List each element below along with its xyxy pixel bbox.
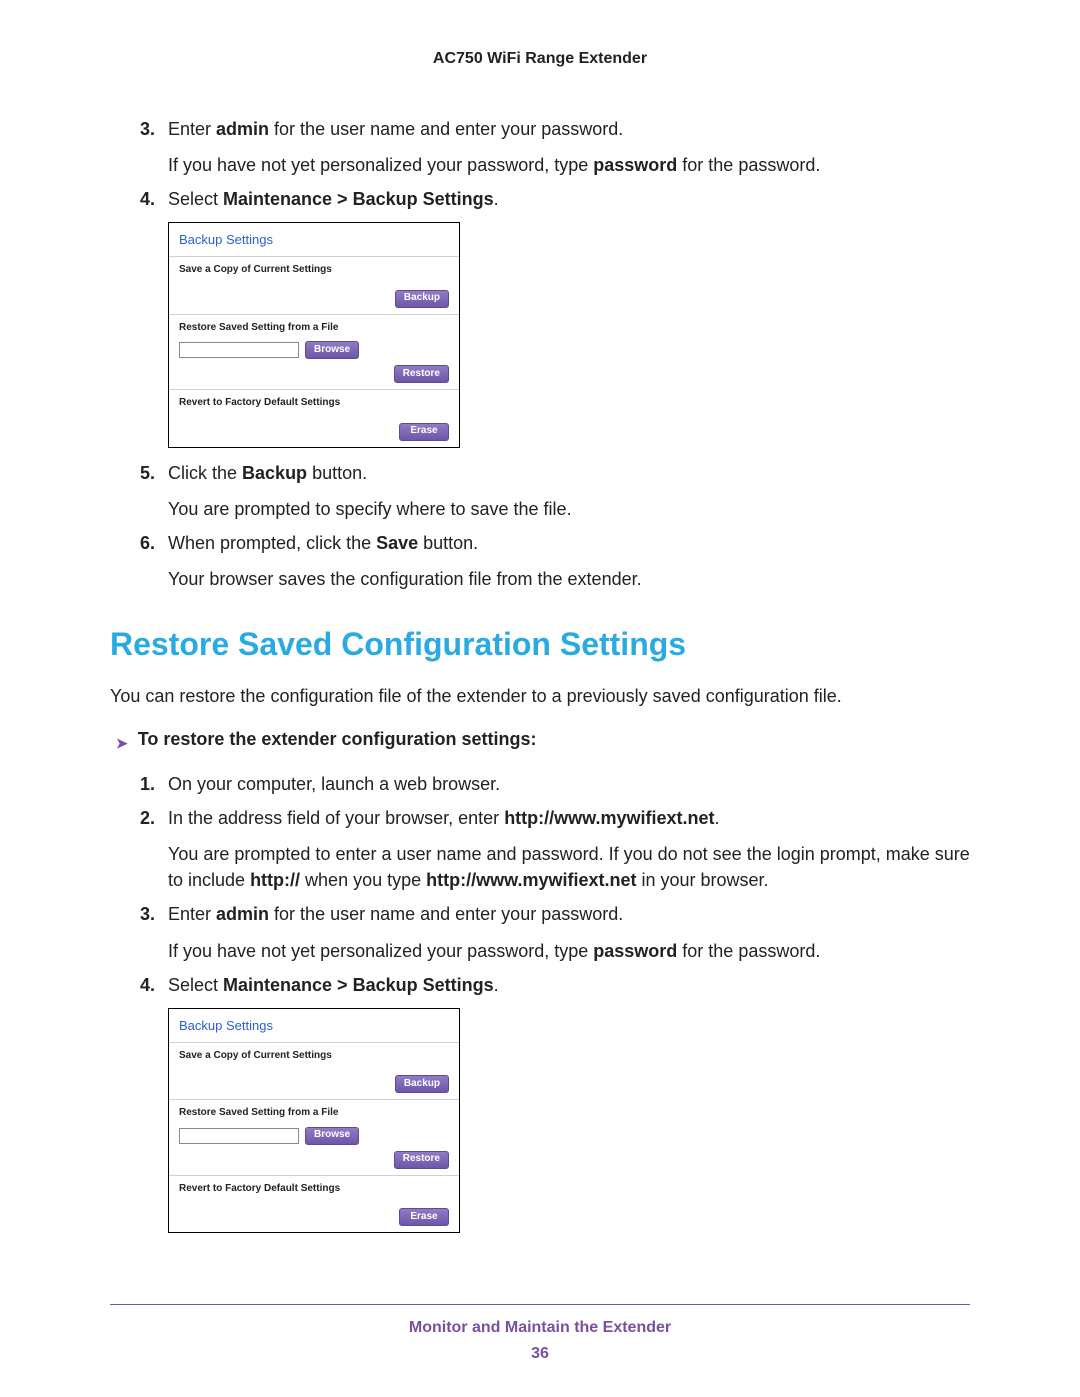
backup-settings-panel: Backup Settings Save a Copy of Current S… xyxy=(168,1008,460,1233)
step-text-post: . xyxy=(494,975,499,995)
erase-button[interactable]: Erase xyxy=(399,423,449,441)
sub-procedure-title: To restore the extender configuration se… xyxy=(138,729,537,750)
step-3: 3. Enter admin for the user name and ent… xyxy=(140,116,970,178)
step-extra-post: for the password. xyxy=(677,155,820,175)
step-text-bold: Save xyxy=(376,533,418,553)
doc-header: AC750 WiFi Range Extender xyxy=(110,50,970,68)
step-2: 2. In the address field of your browser,… xyxy=(140,805,970,893)
panel-title: Backup Settings xyxy=(169,1009,459,1042)
step-text-bold: Maintenance > Backup Settings xyxy=(223,189,494,209)
step-extra-pre: If you have not yet personalized your pa… xyxy=(168,941,593,961)
step-6: 6. When prompted, click the Save button.… xyxy=(140,530,970,592)
step-extra-bold1: http:// xyxy=(250,870,300,890)
panel-row-restore: Restore Saved Setting from a File Browse… xyxy=(169,1099,459,1175)
panel-row-label: Save a Copy of Current Settings xyxy=(179,1049,449,1064)
panel-title: Backup Settings xyxy=(169,223,459,256)
restore-button[interactable]: Restore xyxy=(394,365,449,383)
step-text-bold: http://www.mywifiext.net xyxy=(504,808,714,828)
step-text-bold: admin xyxy=(216,119,269,139)
footer-title: Monitor and Maintain the Extender xyxy=(110,1319,970,1337)
section-heading: Restore Saved Configuration Settings xyxy=(110,626,970,663)
step-number: 4. xyxy=(140,972,155,998)
sub-procedure-heading: ➤ To restore the extender configuration … xyxy=(110,729,970,757)
step-text-pre: Select xyxy=(168,189,223,209)
panel-row-save-copy: Save a Copy of Current Settings Backup xyxy=(169,256,459,314)
step-extra-bold2: http://www.mywifiext.net xyxy=(426,870,636,890)
step-text-bold: admin xyxy=(216,904,269,924)
step-5: 5. Click the Backup button. You are prom… xyxy=(140,460,970,522)
chevron-right-icon: ➤ xyxy=(110,729,128,757)
panel-row-revert: Revert to Factory Default Settings Erase xyxy=(169,389,459,447)
step-number: 5. xyxy=(140,460,155,486)
step-text-pre: In the address field of your browser, en… xyxy=(168,808,504,828)
step-text-post: button. xyxy=(307,463,367,483)
erase-button[interactable]: Erase xyxy=(399,1208,449,1226)
backup-button[interactable]: Backup xyxy=(395,1075,449,1093)
panel-row-label: Restore Saved Setting from a File xyxy=(179,321,449,336)
steps-list-b: 1. On your computer, launch a web browse… xyxy=(110,771,970,1233)
step-text-pre: Enter xyxy=(168,904,216,924)
step-number: 3. xyxy=(140,116,155,142)
file-input[interactable] xyxy=(179,342,299,358)
file-input[interactable] xyxy=(179,1128,299,1144)
step-extra-bold: password xyxy=(593,941,677,961)
step-number: 4. xyxy=(140,186,155,212)
panel-row-label: Save a Copy of Current Settings xyxy=(179,263,449,278)
panel-row-label: Restore Saved Setting from a File xyxy=(179,1106,449,1121)
step-number: 1. xyxy=(140,771,155,797)
step-text-pre: Click the xyxy=(168,463,242,483)
step-text-pre: When prompted, click the xyxy=(168,533,376,553)
step-extra: Your browser saves the configuration fil… xyxy=(168,566,970,592)
step-3b: 3. Enter admin for the user name and ent… xyxy=(140,901,970,963)
step-4: 4. Select Maintenance > Backup Settings.… xyxy=(140,186,970,447)
step-text-post: button. xyxy=(418,533,478,553)
step-text-post: . xyxy=(715,808,720,828)
panel-row-label: Revert to Factory Default Settings xyxy=(179,396,449,411)
step-text-post: . xyxy=(494,189,499,209)
panel-row-save-copy: Save a Copy of Current Settings Backup xyxy=(169,1042,459,1100)
step-text-bold: Maintenance > Backup Settings xyxy=(223,975,494,995)
page-footer: Monitor and Maintain the Extender 36 xyxy=(110,1304,970,1363)
footer-rule xyxy=(110,1304,970,1305)
panel-row-revert: Revert to Factory Default Settings Erase xyxy=(169,1175,459,1233)
steps-list-a: 3. Enter admin for the user name and ent… xyxy=(110,116,970,592)
step-extra-end: in your browser. xyxy=(636,870,768,890)
panel-row-restore: Restore Saved Setting from a File Browse… xyxy=(169,314,459,390)
browse-button[interactable]: Browse xyxy=(305,1127,359,1145)
step-text-pre: Select xyxy=(168,975,223,995)
step-extra-mid: when you type xyxy=(300,870,426,890)
step-number: 2. xyxy=(140,805,155,831)
step-4b: 4. Select Maintenance > Backup Settings.… xyxy=(140,972,970,1233)
backup-button[interactable]: Backup xyxy=(395,290,449,308)
step-text-post: for the user name and enter your passwor… xyxy=(269,904,623,924)
step-text: On your computer, launch a web browser. xyxy=(168,774,500,794)
section-body: You can restore the configuration file o… xyxy=(110,683,970,709)
step-number: 6. xyxy=(140,530,155,556)
panel-row-label: Revert to Factory Default Settings xyxy=(179,1182,449,1197)
step-extra-pre: If you have not yet personalized your pa… xyxy=(168,155,593,175)
step-extra-bold: password xyxy=(593,155,677,175)
step-number: 3. xyxy=(140,901,155,927)
step-text-bold: Backup xyxy=(242,463,307,483)
step-text-post: for the user name and enter your passwor… xyxy=(269,119,623,139)
page-number: 36 xyxy=(110,1345,970,1363)
step-extra-post: for the password. xyxy=(677,941,820,961)
step-1: 1. On your computer, launch a web browse… xyxy=(140,771,970,797)
step-extra: You are prompted to specify where to sav… xyxy=(168,496,970,522)
step-text-pre: Enter xyxy=(168,119,216,139)
backup-settings-panel: Backup Settings Save a Copy of Current S… xyxy=(168,222,460,447)
browse-button[interactable]: Browse xyxy=(305,341,359,359)
restore-button[interactable]: Restore xyxy=(394,1151,449,1169)
